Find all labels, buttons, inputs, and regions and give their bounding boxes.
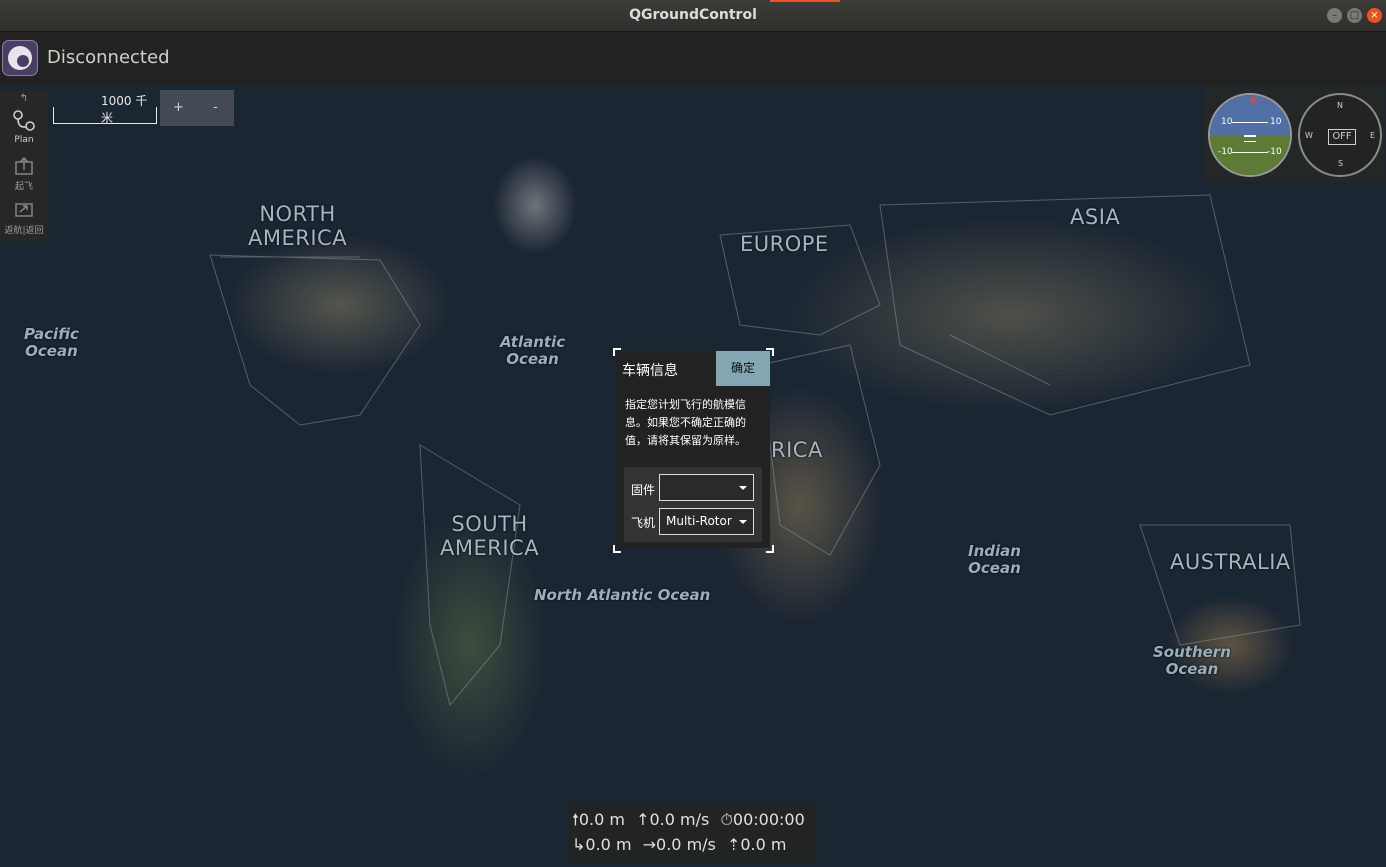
- flight-time-value: 00:00:00: [732, 810, 805, 829]
- distance-gcs-value: 0.0 m: [740, 835, 787, 854]
- takeoff-tool[interactable]: 起飞: [0, 156, 48, 192]
- telemetry-row-1: 🠕0.0 m ↑0.0 m/s ⏱00:00:00: [572, 809, 805, 836]
- qgc-logo-icon[interactable]: [2, 40, 38, 76]
- logo-disc: [8, 46, 32, 70]
- attitude-indicator[interactable]: 10 10 -10 -10: [1208, 93, 1292, 177]
- window-title: QGroundControl: [629, 7, 757, 23]
- horizon-mark: [1244, 141, 1256, 142]
- pitch-label-up-right: 10: [1270, 117, 1282, 127]
- vertical-speed-value: 0.0 m/s: [649, 810, 710, 829]
- telemetry-panel: 🠕0.0 m ↑0.0 m/s ⏱00:00:00 ↳0.0 m →0.0 m/…: [567, 802, 817, 862]
- vehicle-label: 飞机: [631, 516, 656, 530]
- label-atlantic-ocean: Atlantic Ocean: [500, 333, 566, 368]
- vertical-speed-icon: ↑: [636, 810, 650, 829]
- compass-indicator[interactable]: N S E W OFF: [1298, 93, 1382, 177]
- pitch-label-down-left: -10: [1218, 147, 1233, 157]
- label-pacific-ocean: Pacific Ocean: [24, 325, 79, 360]
- distance-home-value: 0.0 m: [585, 835, 632, 854]
- roll-pointer-icon: [1250, 98, 1256, 106]
- home-distance-icon: ↳: [572, 835, 586, 854]
- minimize-button[interactable]: –: [1327, 8, 1342, 23]
- return-icon: [15, 203, 33, 217]
- label-asia: ASIA: [1070, 205, 1121, 229]
- zoom-in-button[interactable]: +: [160, 90, 197, 126]
- takeoff-label: 起飞: [14, 182, 33, 192]
- return-label: 返航|返回: [4, 226, 44, 236]
- ground-speed-icon: →: [642, 835, 657, 854]
- plan-tool[interactable]: Plan: [0, 108, 48, 145]
- chevron-down-icon: [739, 486, 747, 490]
- drag-handle-icon[interactable]: ↰: [0, 93, 48, 104]
- vehicle-select[interactable]: Multi-Rotor: [659, 508, 754, 535]
- map-scale-bar: [53, 107, 157, 124]
- pitch-label-down-right: -10: [1267, 147, 1282, 157]
- label-southern-ocean: Southern Ocean: [1153, 643, 1231, 678]
- dialog-title: 车辆信息: [622, 363, 678, 379]
- plan-route-icon: [13, 110, 35, 131]
- label-south-america: SOUTH AMERICA: [440, 512, 540, 560]
- return-tool[interactable]: 返航|返回: [0, 200, 48, 236]
- dialog-message: 指定您计划飞行的航模信息。如果您不确定正确的值，请将其保留为原样。: [625, 398, 746, 447]
- timer-icon: ⏱: [720, 810, 733, 829]
- maximize-button[interactable]: □: [1347, 8, 1362, 23]
- logo-blade: [17, 55, 29, 67]
- pitch-line-up: [1232, 122, 1268, 123]
- close-button[interactable]: ×: [1367, 8, 1382, 23]
- dialog-ok-button[interactable]: 确定: [716, 351, 770, 386]
- compass-north: N: [1337, 101, 1343, 110]
- label-europe: EUROPE: [740, 232, 829, 256]
- label-north-america: NORTH AMERICA: [248, 202, 348, 250]
- label-africa: RICA: [771, 438, 823, 462]
- connection-status: Disconnected: [47, 47, 170, 68]
- label-indian-ocean: Indian Ocean: [968, 542, 1021, 577]
- dialog-form: 固件 飞机 Multi-Rotor: [624, 467, 762, 542]
- pitch-line-down: [1232, 152, 1268, 153]
- title-accent: [770, 0, 840, 2]
- telemetry-row-2: ↳0.0 m →0.0 m/s ⇡0.0 m: [572, 835, 787, 854]
- window-titlebar: QGroundControl – □ ×: [0, 0, 1386, 32]
- altitude-value: 0.0 m: [578, 810, 625, 829]
- chevron-down-icon: [739, 520, 747, 524]
- vehicle-value: Multi-Rotor: [666, 514, 732, 528]
- label-north-atlantic-ocean: North Atlantic Ocean: [534, 586, 711, 604]
- main-toolbar: [0, 32, 1386, 85]
- dialog-corner-tr: [766, 348, 774, 356]
- aircraft-symbol-icon: [1244, 135, 1256, 137]
- pitch-label-up-left: 10: [1221, 117, 1233, 127]
- walker-icon: ⇡: [726, 835, 741, 854]
- dialog-corner-br: [766, 545, 774, 553]
- ground-speed-value: 0.0 m/s: [656, 835, 716, 854]
- zoom-controls: + -: [160, 90, 234, 126]
- takeoff-icon: [15, 157, 33, 175]
- plan-toolstrip: ↰ Plan 起飞 返航|返回: [0, 90, 48, 241]
- firmware-label: 固件: [631, 483, 656, 497]
- vehicle-info-dialog: 车辆信息 确定 指定您计划飞行的航模信息。如果您不确定正确的值，请将其保留为原样…: [616, 351, 770, 548]
- compass-status: OFF: [1328, 129, 1356, 145]
- compass-south: S: [1338, 159, 1344, 168]
- map-scale: 1000 千米: [53, 92, 157, 125]
- firmware-select[interactable]: [659, 474, 754, 501]
- label-australia: AUSTRALIA: [1170, 550, 1291, 574]
- dialog-corner-bl: [613, 545, 621, 553]
- altitude-icon: 🠕: [572, 810, 579, 829]
- compass-east: E: [1370, 131, 1376, 140]
- zoom-out-button[interactable]: -: [197, 90, 234, 126]
- compass-west: W: [1305, 131, 1313, 140]
- plan-label: Plan: [14, 135, 34, 145]
- dialog-corner-tl: [613, 348, 621, 356]
